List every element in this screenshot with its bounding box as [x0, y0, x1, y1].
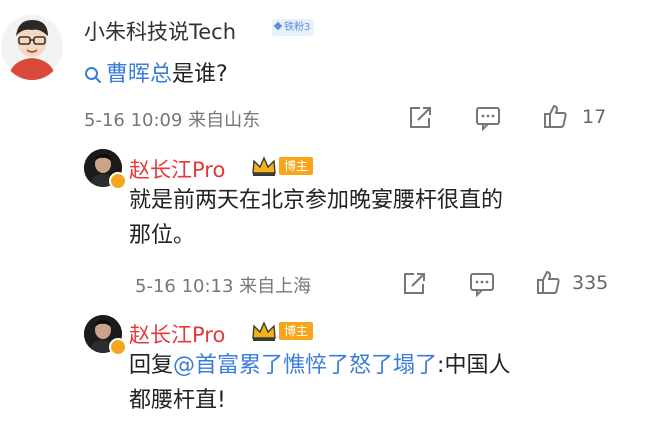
thumbs-up-icon[interactable] — [535, 269, 561, 295]
comment-icon[interactable] — [475, 105, 501, 131]
reply-username[interactable]: 赵长江Pro — [129, 154, 225, 184]
reply-meta: 5-16 10:13 来自上海 — [135, 276, 312, 297]
mention-link[interactable]: @首富累了憔悴了怒了塌了 — [173, 353, 437, 378]
reply-text-line2: 都腰杆直! — [129, 388, 226, 413]
reply-text-line2: 那位。 — [129, 223, 196, 248]
diamond-icon — [273, 21, 283, 31]
search-topic-link[interactable]: 曹晖总 — [84, 62, 172, 87]
crown-icon — [252, 156, 276, 176]
fan-level-badge: 铁粉3 — [272, 19, 315, 36]
like-count: 17 — [582, 106, 607, 128]
fan-level-label: 铁粉3 — [284, 22, 311, 33]
reply-suffix: :中国人 — [437, 353, 511, 378]
comment-text-rest: 是谁? — [172, 62, 228, 87]
comment-text: 曹晖总是谁? — [84, 56, 228, 88]
share-icon[interactable] — [401, 271, 427, 297]
verified-badge-icon — [109, 338, 127, 356]
comment-meta: 5-16 10:09 来自山东 — [84, 110, 261, 131]
reply-text-line1: 回复@首富累了憔悴了怒了塌了:中国人 — [129, 348, 510, 383]
like-count: 335 — [572, 272, 609, 294]
thumbs-up-icon[interactable] — [542, 103, 568, 129]
blogger-badge: 博主 — [279, 157, 314, 175]
share-icon[interactable] — [407, 105, 433, 131]
avatar[interactable] — [0, 10, 64, 80]
comment-username[interactable]: 小朱科技说Tech — [84, 16, 236, 46]
reply-text-line1: 就是前两天在北京参加晚宴腰杆很直的 — [129, 188, 504, 213]
avatar-cartoon-icon — [1, 15, 63, 80]
comment-icon[interactable] — [469, 271, 495, 297]
blogger-badge: 博主 — [279, 322, 314, 340]
search-icon — [85, 67, 101, 83]
crown-icon — [252, 321, 276, 341]
verified-badge-icon — [109, 172, 127, 190]
reply-prefix: 回复 — [129, 353, 174, 378]
search-topic-label: 曹晖总 — [106, 62, 173, 87]
reply-username[interactable]: 赵长江Pro — [129, 319, 225, 349]
